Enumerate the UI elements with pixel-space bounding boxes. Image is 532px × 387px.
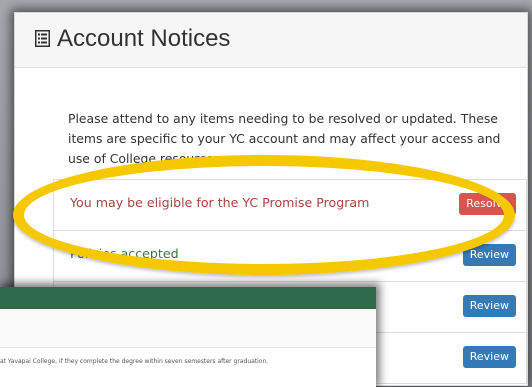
list-icon: [35, 30, 50, 47]
promise-program-window: at Yavapai College, if they complete the…: [0, 287, 376, 387]
notice-label: Policies accepted: [70, 246, 179, 261]
resolve-button[interactable]: Resolve: [459, 193, 516, 215]
review-button[interactable]: Review: [462, 295, 516, 317]
notice-label: You may be eligible for the YC Promise P…: [70, 195, 370, 210]
notice-row-promise[interactable]: You may be eligible for the YC Promise P…: [53, 179, 527, 231]
notice-row-policies[interactable]: Policies accepted Review: [53, 231, 527, 282]
review-button[interactable]: Review: [462, 346, 516, 368]
page-title: Account Notices: [57, 25, 231, 52]
review-button[interactable]: Review: [462, 244, 516, 266]
panel-header: Account Notices: [15, 13, 527, 68]
window-subheader: [0, 309, 376, 348]
window-title-bar: [0, 287, 376, 309]
program-description-text: at Yavapai College, if they complete the…: [0, 358, 269, 365]
intro-text: Please attend to any items needing to be…: [68, 111, 501, 166]
